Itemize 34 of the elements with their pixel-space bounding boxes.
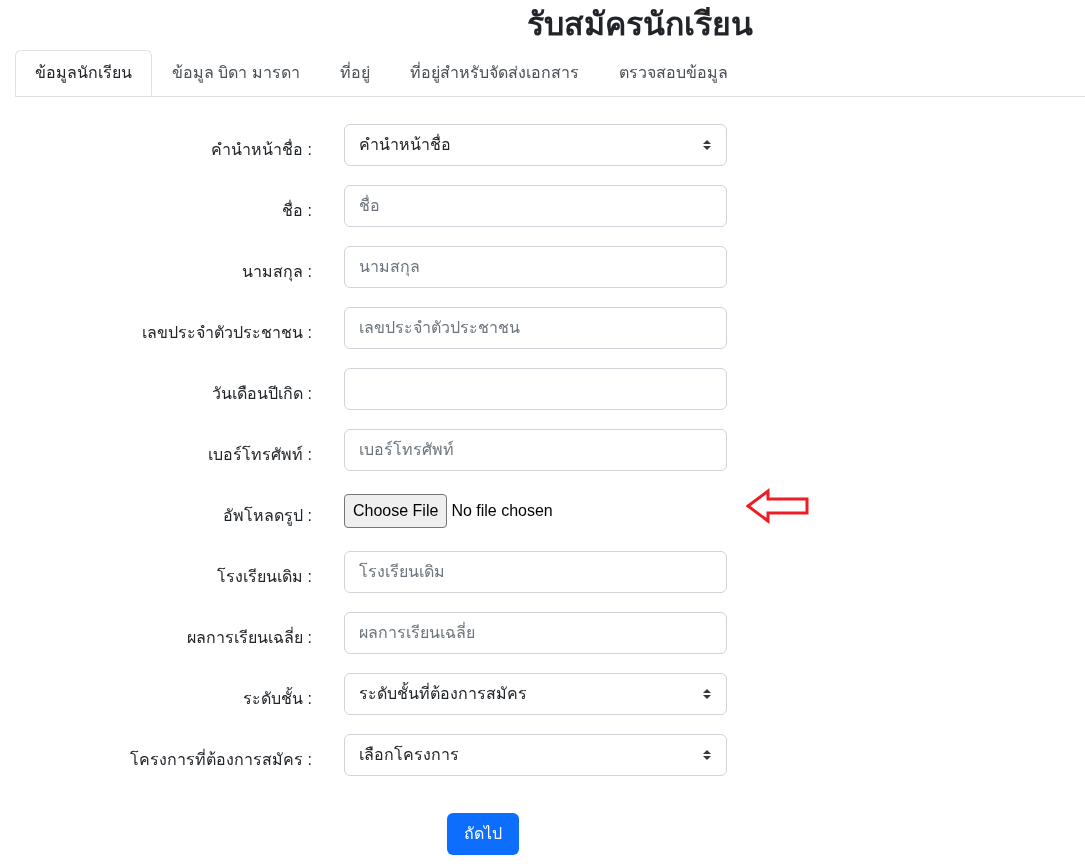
tab[interactable]: ข้อมูล บิดา มารดา: [152, 50, 320, 96]
select-field[interactable]: เลือกโครงการ: [344, 734, 727, 776]
sort-arrows-icon: [702, 687, 712, 701]
field-label: โครงการที่ต้องการสมัคร :: [129, 748, 312, 770]
input-field[interactable]: ผลการเรียนเฉลี่ย: [344, 612, 727, 654]
tab[interactable]: ที่อยู่สำหรับจัดส่งเอกสาร: [389, 50, 599, 96]
next-button[interactable]: ถัดไป: [447, 813, 519, 855]
sort-arrows-icon: [702, 748, 712, 762]
field-label: เบอร์โทรศัพท์ :: [207, 444, 312, 465]
choose-file-button[interactable]: Choose File: [344, 494, 448, 528]
field-label: นามสกุล :: [241, 262, 312, 284]
input-field[interactable]: เลขประจำตัวประชาชน: [344, 307, 727, 349]
date-field[interactable]: [344, 368, 727, 410]
field-label: คำนำหน้าชื่อ :: [210, 138, 312, 160]
input-field[interactable]: นามสกุล: [344, 246, 727, 288]
input-field[interactable]: เบอร์โทรศัพท์: [344, 429, 727, 471]
sort-arrows-icon: [702, 138, 712, 152]
field-label: โรงเรียนเดิม :: [216, 566, 312, 587]
select-field[interactable]: คำนำหน้าชื่อ: [344, 124, 727, 166]
field-label: วันเดือนปีเกิด :: [211, 384, 312, 404]
left-arrow-icon: [746, 488, 810, 524]
input-field[interactable]: ชื่อ: [344, 185, 727, 227]
tab[interactable]: ตรวจสอบข้อมูล: [598, 50, 748, 96]
input-field[interactable]: โรงเรียนเดิม: [344, 551, 727, 593]
field-label: ระดับชั้น :: [0, 687, 312, 711]
tab[interactable]: ข้อมูลนักเรียน: [15, 50, 152, 96]
tab[interactable]: ที่อยู่: [319, 50, 390, 96]
file-status: No file chosen: [451, 501, 553, 521]
field-label: ชื่อ :: [281, 199, 312, 221]
field-label: อัพโหลดรูป :: [222, 505, 312, 528]
page-title: รับสมัครนักเรียน: [526, 5, 754, 44]
field-label: เลขประจำตัวประชาชน :: [141, 323, 312, 343]
select-field[interactable]: ระดับชั้นที่ต้องการสมัคร: [344, 673, 727, 715]
field-label: ผลการเรียนเฉลี่ย :: [186, 626, 312, 648]
